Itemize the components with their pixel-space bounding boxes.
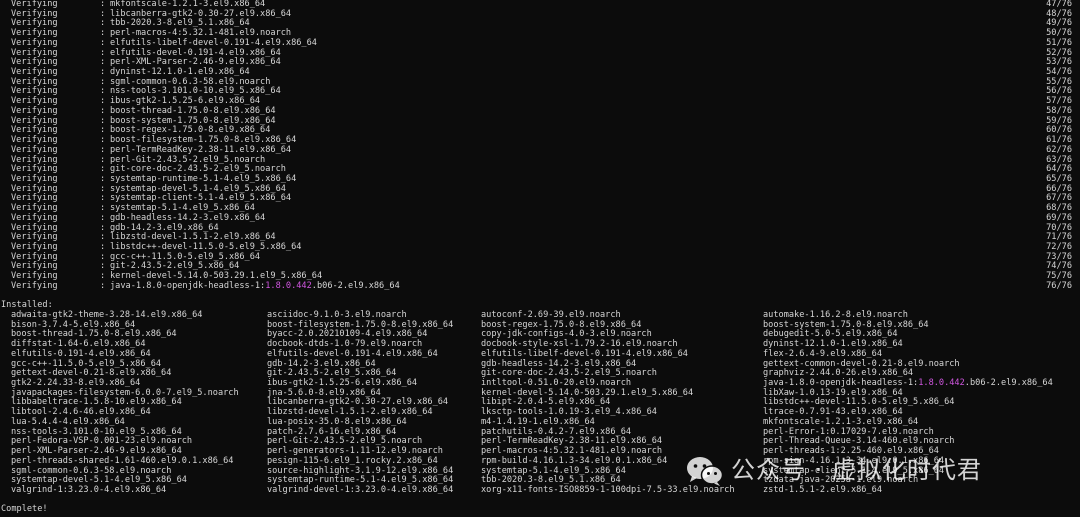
package-name-suffix: .b06-2.el9.x86_64 [311, 280, 400, 291]
verify-progress-count: 76/76 [1046, 280, 1072, 291]
verify-status: Verifying [11, 280, 58, 291]
installed-package: valgrind-devel-1:3.23.0-4.el9.x86_64 [267, 484, 454, 495]
watermark-text: 公众号 · 虚拟化时代君 [731, 456, 982, 485]
package-version-highlight: 1.8.0.442 [265, 280, 312, 291]
installed-package: valgrind-1:3.23.0-4.el9.x86_64 [11, 484, 167, 495]
verify-separator: : [100, 280, 106, 291]
terminal-window[interactable]: Verifying: mkfontscale-1.2.1-3.el9.x86_64… [0, 0, 1080, 517]
watermark: 公众号 · 虚拟化时代君 [686, 454, 982, 488]
package-name-prefix: java-1.8.0-openjdk-headless-1: [110, 280, 266, 291]
verify-row: Verifying: java-1.8.0-openjdk-headless-1:… [0, 280, 1080, 292]
complete-message: Complete! [1, 504, 48, 515]
wechat-icon [686, 455, 724, 487]
verify-package: java-1.8.0-openjdk-headless-1:1.8.0.442.… [110, 280, 400, 292]
verify-section: Verifying: mkfontscale-1.2.1-3.el9.x86_64… [0, 0, 1080, 292]
